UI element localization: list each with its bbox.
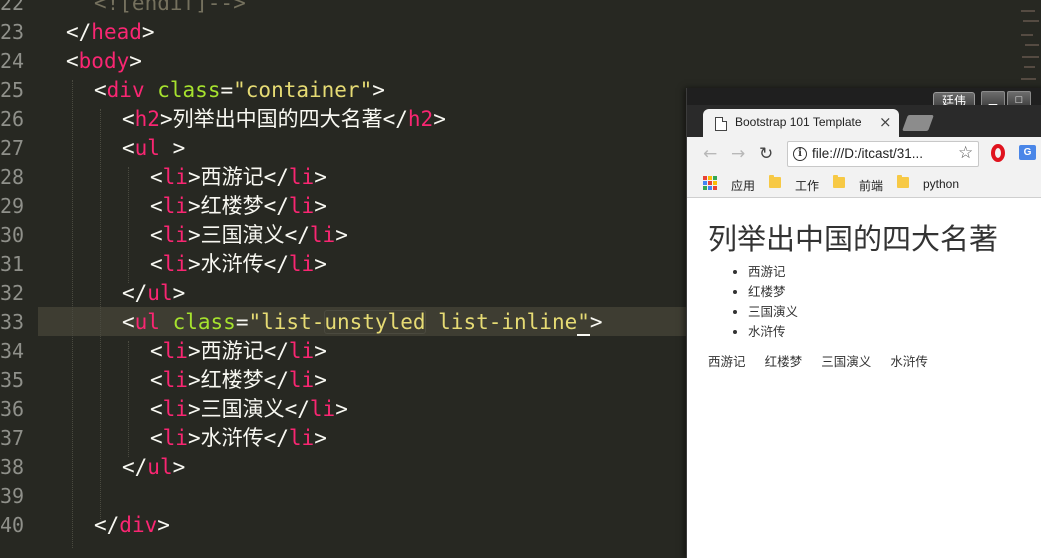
line-number: 35: [0, 368, 25, 392]
tab-strip: Bootstrap 101 Template ×: [687, 105, 1041, 137]
code-line: <li>红楼梦</li>: [150, 368, 327, 392]
indent-guide: [128, 341, 129, 457]
bookmark-folder-python[interactable]: python: [923, 177, 959, 191]
code-line: <li>西游记</li>: [150, 339, 327, 363]
address-bar[interactable]: i file:///D:/itcast/31... ☆: [787, 141, 979, 167]
apps-grid-icon: [703, 176, 717, 190]
back-arrow-icon[interactable]: ←: [703, 144, 717, 164]
document-icon: [715, 117, 727, 131]
line-number: 26: [0, 107, 25, 131]
list-item: 西游记: [748, 262, 798, 282]
page-heading: 列举出中国的四大名著: [708, 222, 999, 256]
bookmark-folder-frontend[interactable]: 前端: [859, 177, 883, 194]
code-line: </ul>: [122, 281, 186, 305]
tab-bootstrap-template[interactable]: Bootstrap 101 Template ×: [703, 109, 899, 137]
line-number: 32: [0, 281, 25, 305]
indent-guide: [72, 80, 73, 548]
browser-toolbar: ← → ↻ i file:///D:/itcast/31... ☆ G: [687, 137, 1041, 171]
opera-extension-icon[interactable]: [991, 144, 1005, 162]
forward-arrow-icon[interactable]: →: [731, 144, 745, 164]
code-line: </div>: [94, 513, 170, 537]
page-viewport[interactable]: 列举出中国的四大名著 西游记 红楼梦 三国演义 水浒传 西游记 红楼梦 三国演义…: [687, 198, 1041, 558]
books-list: 西游记 红楼梦 三国演义 水浒传: [708, 262, 798, 342]
list-item: 红楼梦: [748, 282, 798, 302]
line-number: 25: [0, 78, 25, 102]
line-number: 24: [0, 49, 25, 73]
books-inline-list: 西游记 红楼梦 三国演义 水浒传: [708, 351, 942, 370]
tab-title: Bootstrap 101 Template: [735, 115, 862, 129]
indent-guide: [100, 109, 101, 519]
text-cursor: ": [577, 310, 590, 336]
new-tab-button[interactable]: [902, 115, 934, 131]
code-line: <li>红楼梦</li>: [150, 194, 327, 218]
code-line: <li>西游记</li>: [150, 165, 327, 189]
inline-list-item: 红楼梦: [764, 354, 803, 369]
code-line: <li>三国演义</li>: [150, 223, 348, 247]
info-icon[interactable]: i: [793, 147, 807, 161]
list-item: 三国演义: [748, 302, 798, 322]
bookmark-star-icon[interactable]: ☆: [958, 143, 973, 163]
close-tab-icon[interactable]: ×: [879, 113, 892, 131]
folder-icon: [833, 175, 845, 188]
line-number: 29: [0, 194, 25, 218]
inline-list-item: 三国演义: [821, 354, 872, 369]
folder-icon: [897, 175, 909, 188]
code-line: <![endif]-->: [94, 0, 246, 15]
line-number: 27: [0, 136, 25, 160]
line-number: 38: [0, 455, 25, 479]
url-text: file:///D:/itcast/31...: [812, 146, 924, 161]
inline-list-item: 西游记: [708, 354, 746, 369]
bookmark-folder-work[interactable]: 工作: [795, 177, 819, 194]
inline-list-item: 水浒传: [890, 354, 928, 369]
line-number: 23: [0, 20, 25, 44]
code-line: <ul class="list-unstyled list-inline">: [122, 310, 603, 336]
line-number: 39: [0, 484, 25, 508]
code-line: <ul >: [122, 136, 186, 160]
bookmarks-bar: 应用 工作 前端 python: [687, 171, 1041, 198]
translate-extension-icon[interactable]: G: [1019, 145, 1036, 160]
selected-word-highlight: unstyled: [324, 310, 426, 334]
line-number: 40: [0, 513, 25, 537]
reload-icon[interactable]: ↻: [759, 144, 773, 164]
line-number: 34: [0, 339, 25, 363]
line-number: 22: [0, 0, 25, 15]
code-line: </ul>: [122, 455, 186, 479]
code-line: <li>水浒传</li>: [150, 426, 327, 450]
bookmark-apps[interactable]: 应用: [731, 177, 755, 194]
code-line: <li>水浒传</li>: [150, 252, 327, 276]
line-number: 37: [0, 426, 25, 450]
code-line: <body>: [66, 49, 142, 73]
line-number: 31: [0, 252, 25, 276]
line-number: 28: [0, 165, 25, 189]
line-number: 33: [0, 310, 25, 334]
line-number: 36: [0, 397, 25, 421]
code-line: <h2>列举出中国的四大名著</h2>: [122, 107, 446, 131]
code-line: <div class="container">: [94, 78, 385, 102]
line-number-gutter: 22 23 24 25 26 27 28 29 30 31 32 33 34 3…: [0, 0, 26, 548]
list-item: 水浒传: [748, 322, 798, 342]
folder-icon: [769, 175, 781, 188]
code-line: <li>三国演义</li>: [150, 397, 348, 421]
line-number: 30: [0, 223, 25, 247]
code-line: </head>: [66, 20, 155, 44]
browser-window[interactable]: 廷伟 ▁ □ Bootstrap 101 Template × ← → ↻ i …: [686, 88, 1041, 558]
indent-guide: [128, 167, 129, 283]
